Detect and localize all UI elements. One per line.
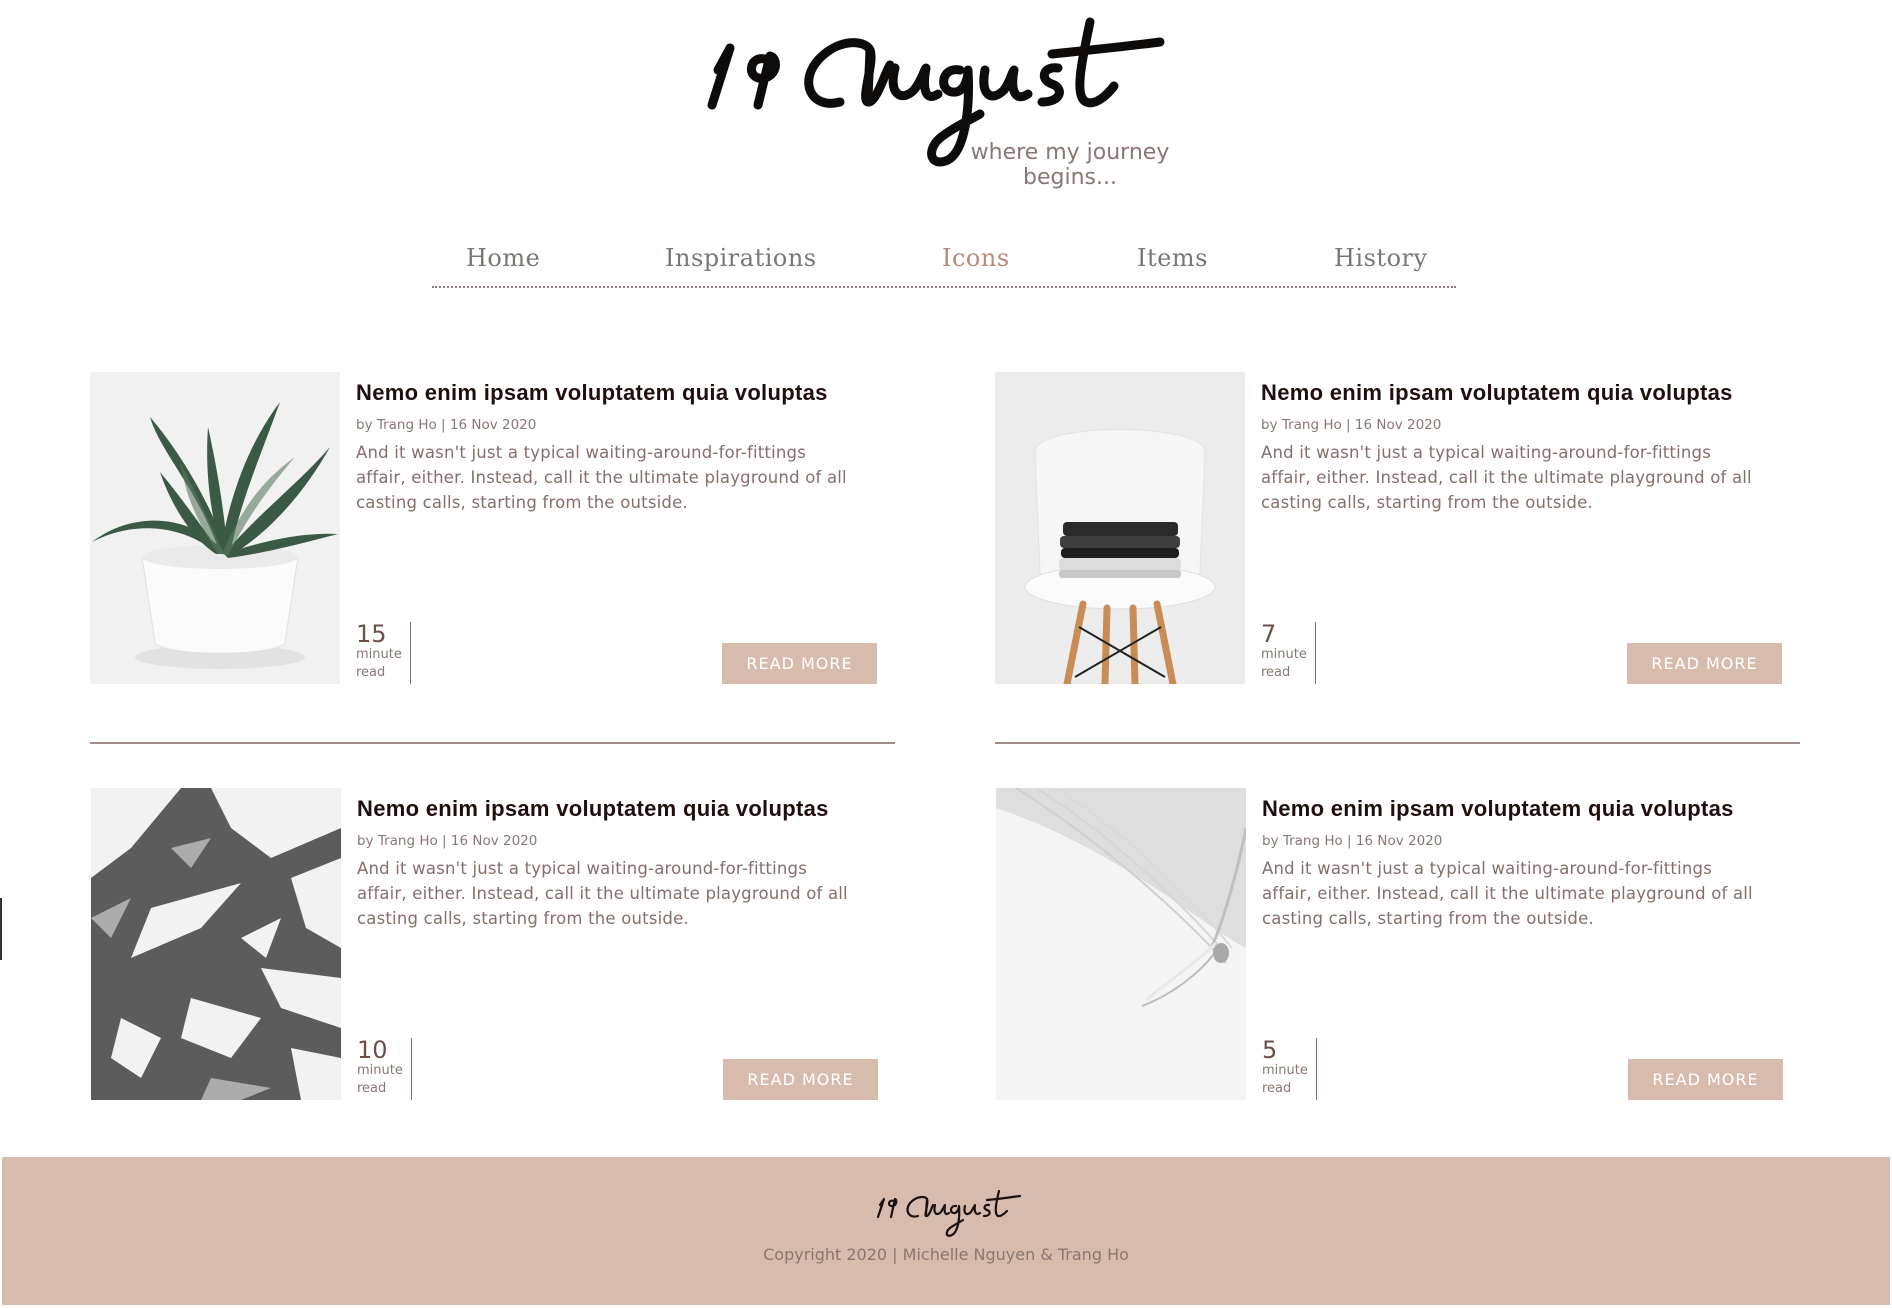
post-card: Nemo enim ipsam voluptatem quia voluptas… [995,372,1800,684]
read-time-number: 5 [1262,1036,1278,1064]
read-time-unit-read: read [356,665,386,680]
read-more-button[interactable]: READ MORE [723,1059,878,1100]
section-divider-right [995,742,1800,744]
chair-with-clothes-image [995,372,1245,684]
nav-item-icons[interactable]: Icons [942,244,1010,272]
post-image-palm-shadow[interactable] [91,788,341,1100]
read-time-unit: minute [356,647,402,662]
post-card: Nemo enim ipsam voluptatem quia voluptas… [996,788,1801,1100]
read-time-unit: minute [1262,1063,1308,1078]
read-time: 5 minute read [1262,1038,1317,1100]
footer-logo-script-mark [876,1189,1022,1237]
main-navigation: Home Inspirations Icons Items History [432,238,1456,288]
post-title[interactable]: Nemo enim ipsam voluptatem quia voluptas [1262,796,1802,822]
nav-item-inspirations[interactable]: Inspirations [665,244,817,272]
tagline-line-1: where my journey [970,140,1170,165]
post-meta: by Trang Ho | 16 Nov 2020 [1262,833,1443,849]
palm-shadow-image [91,788,341,1100]
post-card: Nemo enim ipsam voluptatem quia voluptas… [90,372,895,684]
site-footer: Copyright 2020 | Michelle Nguyen & Trang… [2,1157,1890,1305]
post-excerpt: And it wasn't just a typical waiting-aro… [356,443,847,512]
post-meta: by Trang Ho | 16 Nov 2020 [1261,417,1442,433]
copyright-text: Copyright 2020 | Michelle Nguyen & Trang… [763,1245,1129,1264]
nav-item-history[interactable]: History [1334,244,1428,272]
footer-logo[interactable] [872,1185,1022,1240]
read-more-button[interactable]: READ MORE [1628,1059,1783,1100]
tagline-line-2: begins... [1023,165,1117,190]
read-time-number: 15 [356,620,387,648]
nav-item-items[interactable]: Items [1137,244,1208,272]
site-tagline: where my journey begins... [970,140,1170,190]
post-meta: by Trang Ho | 16 Nov 2020 [356,417,537,433]
section-divider-left [90,742,895,744]
post-meta: by Trang Ho | 16 Nov 2020 [357,833,538,849]
read-time: 15 minute read [356,622,411,684]
post-card: Nemo enim ipsam voluptatem quia voluptas… [91,788,896,1100]
read-more-button[interactable]: READ MORE [1627,643,1782,684]
post-excerpt: And it wasn't just a typical waiting-aro… [1261,443,1752,512]
post-excerpt: And it wasn't just a typical waiting-aro… [357,859,848,928]
read-more-button[interactable]: READ MORE [722,643,877,684]
read-time: 7 minute read [1261,622,1316,684]
post-image-potted-plant[interactable] [90,372,340,684]
read-time: 10 minute read [357,1038,412,1100]
read-time-number: 10 [357,1036,388,1064]
open-book-image [996,788,1246,1100]
read-time-unit: minute [357,1063,403,1078]
read-time-number: 7 [1261,620,1277,648]
read-time-unit-read: read [1262,1081,1292,1096]
read-time-unit-read: read [357,1081,387,1096]
scroll-edge-marker [0,898,2,960]
nav-item-home[interactable]: Home [466,244,540,272]
post-excerpt: And it wasn't just a typical waiting-aro… [1262,859,1753,928]
read-time-unit-read: read [1261,665,1291,680]
read-time-unit: minute [1261,647,1307,662]
potted-plant-image [90,372,340,684]
post-title[interactable]: Nemo enim ipsam voluptatem quia voluptas [357,796,897,822]
post-title[interactable]: Nemo enim ipsam voluptatem quia voluptas [1261,380,1801,406]
post-image-chair[interactable] [995,372,1245,684]
post-image-open-book[interactable] [996,788,1246,1100]
post-title[interactable]: Nemo enim ipsam voluptatem quia voluptas [356,380,896,406]
